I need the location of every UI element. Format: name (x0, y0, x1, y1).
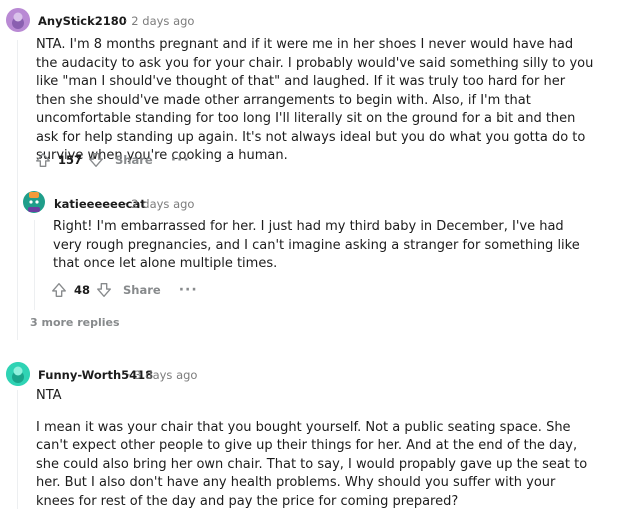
upvote-icon[interactable] (50, 281, 68, 299)
comment-paragraph: NTA (36, 387, 596, 406)
share-button[interactable]: Share (115, 153, 153, 167)
share-button[interactable]: Share (123, 283, 161, 297)
avatar[interactable] (6, 362, 30, 386)
comment-actions: 157 Share ··· (34, 150, 190, 170)
comment-body: Right! I'm embarrassed for her. I just h… (53, 218, 583, 274)
comment-paragraph: Right! I'm embarrassed for her. I just h… (53, 218, 583, 274)
avatar[interactable] (22, 188, 46, 214)
comment-body: NTA. I'm 8 months pregnant and if it wer… (36, 36, 596, 166)
comment-actions: 48 Share ··· (50, 280, 198, 300)
snoo-avatar-icon (6, 362, 30, 386)
thread-line-reply[interactable] (34, 220, 35, 310)
thread-line[interactable] (17, 390, 18, 509)
snoo-avatar-icon (6, 8, 30, 32)
vote-score: 48 (74, 283, 90, 297)
comment-timestamp[interactable]: · 2 days ago (124, 197, 194, 211)
comment-paragraph: NTA. I'm 8 months pregnant and if it wer… (36, 36, 596, 166)
downvote-icon[interactable] (95, 281, 113, 299)
more-options-button[interactable]: ··· (179, 285, 198, 295)
vote-score: 157 (58, 153, 82, 167)
snoo-avatar-icon (22, 188, 46, 214)
more-replies-link[interactable]: 3 more replies (30, 316, 120, 329)
comment-author[interactable]: AnyStick2180 (38, 14, 127, 28)
comment-body: NTA I mean it was your chair that you bo… (36, 387, 596, 511)
comment-timestamp[interactable]: · 2 days ago (124, 14, 194, 28)
more-options-button[interactable]: ··· (171, 155, 190, 165)
downvote-icon[interactable] (87, 151, 105, 169)
comment-timestamp[interactable]: · 3 days ago (127, 368, 197, 382)
comment-paragraph: I mean it was your chair that you bought… (36, 419, 596, 511)
upvote-icon[interactable] (34, 151, 52, 169)
avatar[interactable] (6, 8, 30, 32)
thread-line[interactable] (17, 40, 18, 340)
